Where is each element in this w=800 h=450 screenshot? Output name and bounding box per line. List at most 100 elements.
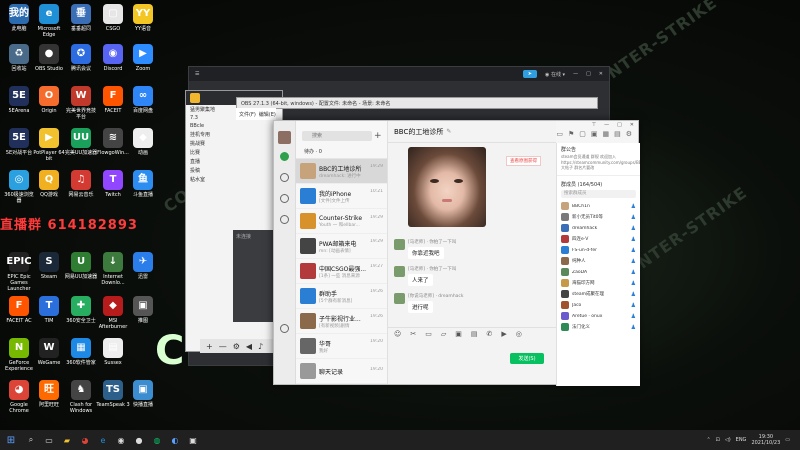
view-original-tag[interactable]: 查看原图获得 xyxy=(506,156,541,166)
desktop-icon[interactable]: ♻ 回收站 xyxy=(2,44,36,72)
desktop-icon[interactable]: N GeForce Experience xyxy=(2,338,36,372)
channel-item[interactable]: 挑战赛 xyxy=(186,139,282,148)
desktop-icon[interactable]: U 网易UU加速器 xyxy=(64,252,98,280)
chat-nav-icon[interactable] xyxy=(280,152,289,161)
channel-item[interactable]: 比赛 xyxy=(186,148,282,157)
minimize-icon[interactable]: — xyxy=(573,71,578,77)
chat-history-icon[interactable]: ▤ xyxy=(471,330,478,338)
desktop-icon[interactable]: T Twitch xyxy=(96,170,130,198)
close-icon[interactable]: ✕ xyxy=(630,122,634,128)
desktop-icon[interactable]: ▣ 推图 xyxy=(126,296,160,324)
maximize-icon[interactable]: □ xyxy=(617,122,622,128)
desktop-icon[interactable]: ▶ PotPlayer 64 bit xyxy=(32,128,66,162)
obs-icon[interactable]: ● xyxy=(130,433,148,447)
member-item[interactable]: BBCh1n ♟ xyxy=(557,201,640,212)
desktop-icon[interactable]: ◉ Discord xyxy=(96,44,130,72)
maximize-icon[interactable]: □ xyxy=(586,71,591,77)
more-icon[interactable]: ⚙ xyxy=(626,130,632,138)
mic-icon[interactable]: ♪ xyxy=(258,342,263,351)
sender-avatar[interactable] xyxy=(394,266,405,277)
message-bubble[interactable]: 进行呢 xyxy=(408,301,433,313)
gallery-icon[interactable]: ▣ xyxy=(591,130,598,138)
image-icon[interactable]: ▭ xyxy=(425,330,432,338)
desktop-icon[interactable]: 垂垂垂超同 xyxy=(64,4,98,32)
chat-list-item[interactable]: 子牛影视行业... 19:26 [有新视频]剧情 xyxy=(296,309,387,334)
message-row[interactable]: [马老师] · 你拍了一下叫 人来了 xyxy=(394,266,456,286)
message-bubble[interactable]: 你靠近我吧 xyxy=(408,247,444,259)
desktop-icon[interactable]: T TIM xyxy=(32,296,66,324)
desktop-icon[interactable]: ✚ 360安全卫士 xyxy=(64,296,98,324)
screenshot-icon[interactable]: ▣ xyxy=(455,330,462,338)
grid-icon[interactable]: ▦ xyxy=(602,130,609,138)
minimize-icon[interactable]: — xyxy=(604,122,609,128)
member-item[interactable]: 海猫印方网 ♟ xyxy=(557,278,640,289)
chat-image-message[interactable] xyxy=(408,147,486,227)
explorer-icon[interactable]: ▰ xyxy=(58,433,76,447)
desktop-icon[interactable]: ♫ 网易云音乐 xyxy=(64,170,98,198)
member-item[interactable]: 法门化义 ♟ xyxy=(557,322,640,333)
member-item[interactable]: steam成聚在理 ♟ xyxy=(557,289,640,300)
message-input[interactable]: 发送(S) xyxy=(388,339,556,369)
wechat-window[interactable]: + 待办 · 0 BBC的工地诊所 19:29 dreamhack: 进行中 我的… xyxy=(273,120,640,386)
desktop-icon[interactable]: 鱼斗鱼直播 xyxy=(126,170,160,198)
task-view-icon[interactable]: ▭ xyxy=(40,433,58,447)
steam-icon[interactable]: ◉ xyxy=(112,433,130,447)
message-row[interactable]: [你说马老师] · dreamhack 进行呢 xyxy=(394,293,464,313)
desktop-icon[interactable]: ◆ 动画 xyxy=(126,128,160,156)
sender-avatar[interactable] xyxy=(394,239,405,250)
close-icon[interactable]: ✕ xyxy=(599,71,603,77)
user-avatar[interactable] xyxy=(278,131,291,144)
speaker-icon[interactable]: ◀ xyxy=(246,342,252,351)
desktop-icon[interactable]: S Steam xyxy=(32,252,66,280)
desktop-icon[interactable]: YY YY语音 xyxy=(126,4,160,32)
edge-icon[interactable]: e xyxy=(94,433,112,447)
desktop-icon[interactable]: ◕ Google Chrome xyxy=(2,380,36,414)
files-nav-icon[interactable] xyxy=(280,215,289,224)
desktop-icon[interactable]: ● OBS Studio xyxy=(32,44,66,72)
add-chat-icon[interactable]: + xyxy=(374,131,382,141)
member-item[interactable]: 纯种人 ♟ xyxy=(557,256,640,267)
send-button[interactable]: 发送(S) xyxy=(510,353,544,364)
desktop-icon[interactable]: ◎ 360极速浏览器 xyxy=(2,170,36,204)
desktop-icon[interactable]: 我的 此电脑 xyxy=(2,4,36,32)
member-item[interactable]: 新小无员Tit0等 ♟ xyxy=(557,212,640,223)
member-search-input[interactable]: 搜索群成员 xyxy=(561,189,636,198)
phone-icon[interactable]: ✆ xyxy=(486,330,492,338)
sender-avatar[interactable] xyxy=(394,293,405,304)
folder-icon[interactable]: ▱ xyxy=(441,330,446,338)
desktop-icon[interactable]: EPIC EPIC Epic Games Launcher xyxy=(2,252,36,292)
share-badge[interactable]: ➤ xyxy=(522,70,537,78)
channel-item[interactable]: 投稿 xyxy=(186,166,282,175)
member-item[interactable]: ZaoDA ♟ xyxy=(557,267,640,278)
desktop-icon[interactable]: W WeGame xyxy=(32,338,66,366)
chrome-icon[interactable]: ◕ xyxy=(76,433,94,447)
emoji-icon[interactable]: ☺ xyxy=(394,330,401,338)
flag-icon[interactable]: ⚑ xyxy=(568,130,574,138)
desktop-icon[interactable]: ≋ FlowgoWin... xyxy=(96,128,130,156)
tray-arrow-icon[interactable]: ⌃ xyxy=(706,437,710,443)
channel-item[interactable]: 直播 xyxy=(186,157,282,166)
desktop-icon[interactable]: ♞ Clash for Windows xyxy=(64,380,98,414)
live-icon[interactable]: ◎ xyxy=(516,330,522,338)
chat-list-item[interactable]: 中国CSGO最强... 19:27 [1条] 一些 消息来源 xyxy=(296,259,387,284)
member-item[interactable]: Jaco ♟ xyxy=(557,300,640,311)
obs-menu-edit[interactable]: 编辑(E) xyxy=(259,111,276,118)
chat-list-item[interactable]: 群助手 19:26 [5个群有新消息] xyxy=(296,284,387,309)
apps-icon[interactable]: ▤ xyxy=(614,130,621,138)
desktop-icon[interactable]: Q QQ游戏 xyxy=(32,170,66,198)
chat-search-input[interactable] xyxy=(302,131,372,141)
chat-list-item[interactable]: 华哥 19:20 我好 xyxy=(296,334,387,359)
desktop-icon[interactable]: F FACEIT AC xyxy=(2,296,36,324)
app-icon[interactable]: ▣ xyxy=(184,433,202,447)
obs-menu-file[interactable]: 文件(F) xyxy=(239,111,256,118)
contacts-nav-icon[interactable] xyxy=(280,173,289,182)
start-button[interactable]: ⊞ xyxy=(0,435,22,446)
menu-nav-icon[interactable] xyxy=(280,324,289,333)
desktop-icon[interactable]: ▦ 360软件管家 xyxy=(64,338,98,366)
user-status[interactable]: ◉ 在线 ▾ xyxy=(545,71,565,78)
video-icon[interactable]: ▶ xyxy=(501,330,506,338)
desktop-icon[interactable]: ✪ 腾讯会议 xyxy=(64,44,98,72)
clock[interactable]: 19:30 2021/10/23 xyxy=(751,434,780,446)
chat-icon[interactable]: ▢ xyxy=(579,130,586,138)
desktop-icon[interactable]: ✈ 迅雷 xyxy=(126,252,160,280)
